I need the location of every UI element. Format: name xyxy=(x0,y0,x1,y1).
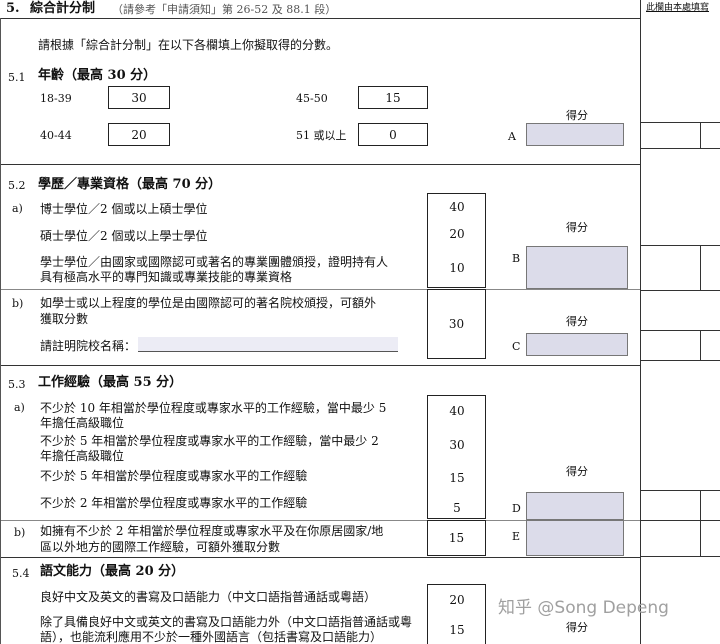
item-tag-a: a) xyxy=(12,202,23,215)
office-row-line xyxy=(640,122,720,123)
age-score-box[interactable]: 15 xyxy=(358,86,428,109)
age-score-box[interactable]: 0 xyxy=(358,123,428,146)
work-item-text: 不少於 5 年相當於學位程度或專家水平的工作經驗 xyxy=(40,469,308,483)
score-letter-e: E xyxy=(512,530,521,543)
work-points: 30 xyxy=(449,438,465,452)
office-row-line xyxy=(640,330,720,331)
score-label: 得分 xyxy=(566,621,588,634)
subsection-title-education: 學歷／專業資格（最高 70 分） xyxy=(38,177,222,192)
work-item-text: 年擔任高級職位 xyxy=(40,449,125,463)
work-item-text: 不少於 10 年相當於學位程度或專家水平的工作經驗，當中最少 5 xyxy=(40,401,387,415)
score-field-a[interactable] xyxy=(526,123,624,146)
education-item-text: 具有極高水平的專門知識或專業技能的專業資格 xyxy=(40,270,293,284)
education-item-text: 學士學位／由國家或國際認可或著名的專業團體頒授，證明持有人 xyxy=(40,255,389,269)
section-title: 綜合計分制 xyxy=(30,1,96,16)
score-field-c[interactable] xyxy=(526,333,628,356)
watermark: 知乎 @Song Depeng xyxy=(498,598,669,618)
subsection-number-5-4: 5.4 xyxy=(12,567,30,580)
language-points: 15 xyxy=(449,623,465,637)
education-bonus-points: 30 xyxy=(427,289,486,359)
work-item-text: 不少於 2 年相當於學位程度或專家水平的工作經驗 xyxy=(40,496,308,510)
work-points: 40 xyxy=(449,404,465,418)
subsection-title-age: 年齡（最高 30 分） xyxy=(38,68,157,83)
subsection-title-work: 工作經驗（最高 55 分） xyxy=(38,375,183,390)
work-bonus-text: 區以外地方的國際工作經驗，可額外獲取分數 xyxy=(40,540,281,554)
section-number: 5. xyxy=(6,1,20,16)
office-use-note: 此欄由本處填寫 xyxy=(646,3,710,13)
age-row-label: 18-39 xyxy=(40,92,72,105)
section-divider xyxy=(0,557,640,558)
section-divider xyxy=(0,164,640,165)
score-field-e[interactable] xyxy=(526,520,624,556)
work-points: 5 xyxy=(453,501,461,515)
score-letter-b: B xyxy=(512,252,521,265)
row-divider xyxy=(0,289,640,290)
subsection-number-5-3: 5.3 xyxy=(8,378,26,391)
score-field-b[interactable] xyxy=(526,246,628,289)
age-score-box[interactable]: 20 xyxy=(108,123,170,146)
subsection-number-5-1: 5.1 xyxy=(8,71,26,84)
work-points: 15 xyxy=(449,471,465,485)
score-letter-a: A xyxy=(508,130,516,143)
office-row-line xyxy=(640,148,720,149)
education-points: 20 xyxy=(449,227,465,241)
work-bonus-text: 如擁有不少於 2 年相當於學位程度或專家水平及在你原居國家/地 xyxy=(40,524,384,538)
intro-text: 請根據「綜合計分制」在以下各欄填上你擬取得的分數。 xyxy=(38,38,339,52)
language-item-text: 除了具備良好中文或英文的書寫及口語能力外（中文口語指普通話或粵 xyxy=(40,615,413,629)
education-item-text: 博士學位／2 個或以上碩士學位 xyxy=(40,202,208,216)
header-rule xyxy=(0,18,640,19)
office-row-line xyxy=(640,490,720,491)
school-name-label: 請註明院校名稱： xyxy=(40,339,137,353)
office-cell-divider-c xyxy=(700,330,701,360)
office-row-line xyxy=(640,290,720,291)
subsection-number-5-2: 5.2 xyxy=(8,179,26,192)
work-bonus-points: 15 xyxy=(427,520,486,556)
work-item-text: 不少於 5 年相當於學位程度或專家水平的工作經驗，當中最少 2 xyxy=(40,434,379,448)
section-reference-note: （請參考「申請須知」第 26-52 及 88.1 段） xyxy=(112,3,337,16)
office-cell-divider-de xyxy=(700,490,701,556)
score-letter-c: C xyxy=(512,340,521,353)
item-tag-a: a) xyxy=(14,401,25,414)
item-tag-b: b) xyxy=(14,526,26,539)
section-divider xyxy=(0,365,640,366)
office-column-border xyxy=(640,0,641,644)
office-row-line xyxy=(640,520,720,521)
score-label: 得分 xyxy=(566,221,588,234)
subsection-title-language: 語文能力（最高 20 分） xyxy=(40,564,185,579)
office-cell-divider-b xyxy=(700,245,701,290)
language-item-text: 良好中文及英文的書寫及口語能力（中文口語指普通話或粵語） xyxy=(40,590,377,604)
application-form-page: 5. 綜合計分制 （請參考「申請須知」第 26-52 及 88.1 段） 此欄由… xyxy=(0,0,720,644)
score-letter-d: D xyxy=(512,502,521,515)
age-score-box[interactable]: 30 xyxy=(108,86,170,109)
age-row-label: 40-44 xyxy=(40,129,72,142)
score-field-d[interactable] xyxy=(526,492,624,520)
office-row-line xyxy=(640,245,720,246)
score-label: 得分 xyxy=(566,315,588,328)
age-row-label: 51 或以上 xyxy=(296,129,347,142)
language-points: 20 xyxy=(449,593,465,607)
score-label: 得分 xyxy=(566,465,588,478)
office-cell-divider-a xyxy=(700,122,701,148)
age-row-label: 45-50 xyxy=(296,92,328,105)
left-border xyxy=(0,18,1,644)
bonus-text: 獲取分數 xyxy=(40,312,89,326)
education-points: 10 xyxy=(449,261,465,275)
office-row-line xyxy=(640,360,720,361)
bonus-text: 如學士或以上程度的學位是由國際認可的著名院校頒授，可額外 xyxy=(40,296,377,310)
office-row-line xyxy=(640,556,720,557)
work-item-text: 年擔任高級職位 xyxy=(40,416,125,430)
language-item-text: 語），也能流利應用不少於一種外國語言（包括書寫及口語能力） xyxy=(40,630,383,644)
school-name-input[interactable] xyxy=(138,337,398,352)
education-item-text: 碩士學位／2 個或以上學士學位 xyxy=(40,229,208,243)
item-tag-b: b) xyxy=(12,297,24,310)
score-label: 得分 xyxy=(566,109,588,122)
education-points: 40 xyxy=(449,200,465,214)
